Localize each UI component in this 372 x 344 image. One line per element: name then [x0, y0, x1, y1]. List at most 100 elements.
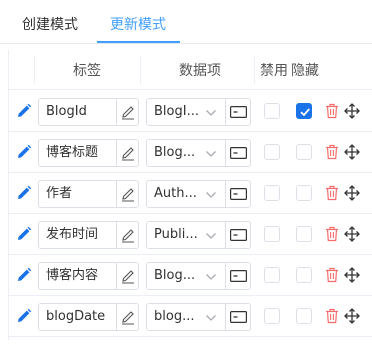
data-item-value: Auth...: [154, 186, 197, 201]
hidden-checkbox[interactable]: [296, 103, 312, 119]
pencil-icon[interactable]: [16, 267, 32, 283]
data-item-select[interactable]: BlogI...: [146, 98, 251, 126]
label-value: BlogId: [46, 104, 87, 119]
data-item-select[interactable]: Publi...: [146, 221, 251, 249]
field-divider: [116, 181, 117, 207]
column-divider: [34, 56, 35, 84]
label-input[interactable]: 发布时间: [38, 221, 139, 249]
trash-icon[interactable]: [325, 267, 339, 283]
tab-create-mode[interactable]: 创建模式: [22, 0, 78, 43]
pencil-icon[interactable]: [16, 103, 32, 119]
pencil-icon[interactable]: [16, 185, 32, 201]
table-row: 作者 Auth...: [9, 173, 372, 214]
chevron-down-icon[interactable]: [205, 189, 217, 199]
field-divider: [225, 304, 226, 330]
data-item-value: Blog...: [154, 145, 196, 160]
input-box-icon[interactable]: [230, 147, 248, 160]
label-input[interactable]: BlogId: [38, 98, 139, 126]
pen-outline-icon[interactable]: [120, 186, 136, 202]
label-value: 博客内容: [46, 268, 99, 283]
chevron-down-icon[interactable]: [205, 271, 217, 281]
pen-outline-icon[interactable]: [120, 145, 136, 161]
label-input[interactable]: 作者: [38, 180, 139, 208]
label-input[interactable]: blogDate: [38, 303, 139, 331]
label-value: 博客标题: [46, 145, 99, 160]
move-arrows-icon[interactable]: [344, 185, 360, 201]
input-box-icon[interactable]: [230, 106, 248, 119]
chevron-down-icon[interactable]: [205, 107, 217, 117]
input-box-icon[interactable]: [230, 270, 248, 283]
input-box-icon[interactable]: [230, 311, 248, 324]
field-divider: [116, 222, 117, 248]
hidden-checkbox[interactable]: [296, 144, 312, 160]
disabled-checkbox[interactable]: [264, 267, 280, 283]
move-arrows-icon[interactable]: [344, 226, 360, 242]
table-row: 发布时间 Publi...: [9, 214, 372, 255]
pen-outline-icon[interactable]: [120, 227, 136, 243]
header-disabled: 禁用: [260, 63, 288, 79]
move-arrows-icon[interactable]: [344, 144, 360, 160]
hidden-checkbox[interactable]: [296, 267, 312, 283]
input-box-icon[interactable]: [230, 188, 248, 201]
chevron-down-icon[interactable]: [205, 148, 217, 158]
disabled-checkbox[interactable]: [264, 185, 280, 201]
field-divider: [225, 222, 226, 248]
header-data-item: 数据项: [179, 63, 221, 79]
hidden-checkbox[interactable]: [296, 185, 312, 201]
data-item-select[interactable]: Auth...: [146, 180, 251, 208]
field-divider: [225, 140, 226, 166]
field-divider: [225, 99, 226, 125]
disabled-checkbox[interactable]: [264, 308, 280, 324]
move-arrows-icon[interactable]: [344, 103, 360, 119]
trash-icon[interactable]: [325, 103, 339, 119]
header-hidden: 隐藏: [291, 63, 319, 79]
data-item-select[interactable]: Blog...: [146, 139, 251, 167]
disabled-checkbox[interactable]: [264, 144, 280, 160]
chevron-down-icon[interactable]: [205, 230, 217, 240]
pencil-icon[interactable]: [16, 226, 32, 242]
field-divider: [116, 140, 117, 166]
chevron-down-icon[interactable]: [205, 312, 217, 322]
active-tab-indicator: [97, 41, 180, 43]
tab-update-mode[interactable]: 更新模式: [110, 0, 166, 43]
header-label: 标签: [73, 63, 101, 79]
table-row: blogDate blog...: [9, 296, 372, 337]
table-row: 博客标题 Blog...: [9, 132, 372, 173]
label-value: 发布时间: [46, 227, 99, 242]
trash-icon[interactable]: [325, 226, 339, 242]
hidden-checkbox[interactable]: [296, 226, 312, 242]
field-divider: [225, 263, 226, 289]
table-row: 博客内容 Blog...: [9, 255, 372, 296]
mode-tabs: 创建模式 更新模式: [0, 0, 372, 44]
label-input[interactable]: 博客内容: [38, 262, 139, 290]
disabled-checkbox[interactable]: [264, 226, 280, 242]
column-divider: [140, 56, 141, 84]
field-divider: [225, 181, 226, 207]
table-header: 标签 数据项 禁用 隐藏: [9, 50, 372, 90]
data-item-select[interactable]: Blog...: [146, 262, 251, 290]
pencil-icon[interactable]: [16, 144, 32, 160]
input-box-icon[interactable]: [230, 229, 248, 242]
trash-icon[interactable]: [325, 308, 339, 324]
field-divider: [116, 263, 117, 289]
hidden-checkbox[interactable]: [296, 308, 312, 324]
table-row: BlogId BlogI...: [9, 91, 372, 132]
move-arrows-icon[interactable]: [344, 267, 360, 283]
data-item-value: Blog...: [154, 268, 196, 283]
field-divider: [116, 304, 117, 330]
label-value: blogDate: [46, 309, 106, 324]
pen-outline-icon[interactable]: [120, 104, 136, 120]
disabled-checkbox[interactable]: [264, 103, 280, 119]
field-divider: [116, 99, 117, 125]
data-item-select[interactable]: blog...: [146, 303, 251, 331]
move-arrows-icon[interactable]: [344, 308, 360, 324]
trash-icon[interactable]: [325, 185, 339, 201]
column-divider: [254, 56, 255, 84]
trash-icon[interactable]: [325, 144, 339, 160]
label-input[interactable]: 博客标题: [38, 139, 139, 167]
pen-outline-icon[interactable]: [120, 268, 136, 284]
pencil-icon[interactable]: [16, 308, 32, 324]
label-value: 作者: [46, 186, 73, 201]
data-item-value: Publi...: [154, 227, 198, 242]
pen-outline-icon[interactable]: [120, 309, 136, 325]
